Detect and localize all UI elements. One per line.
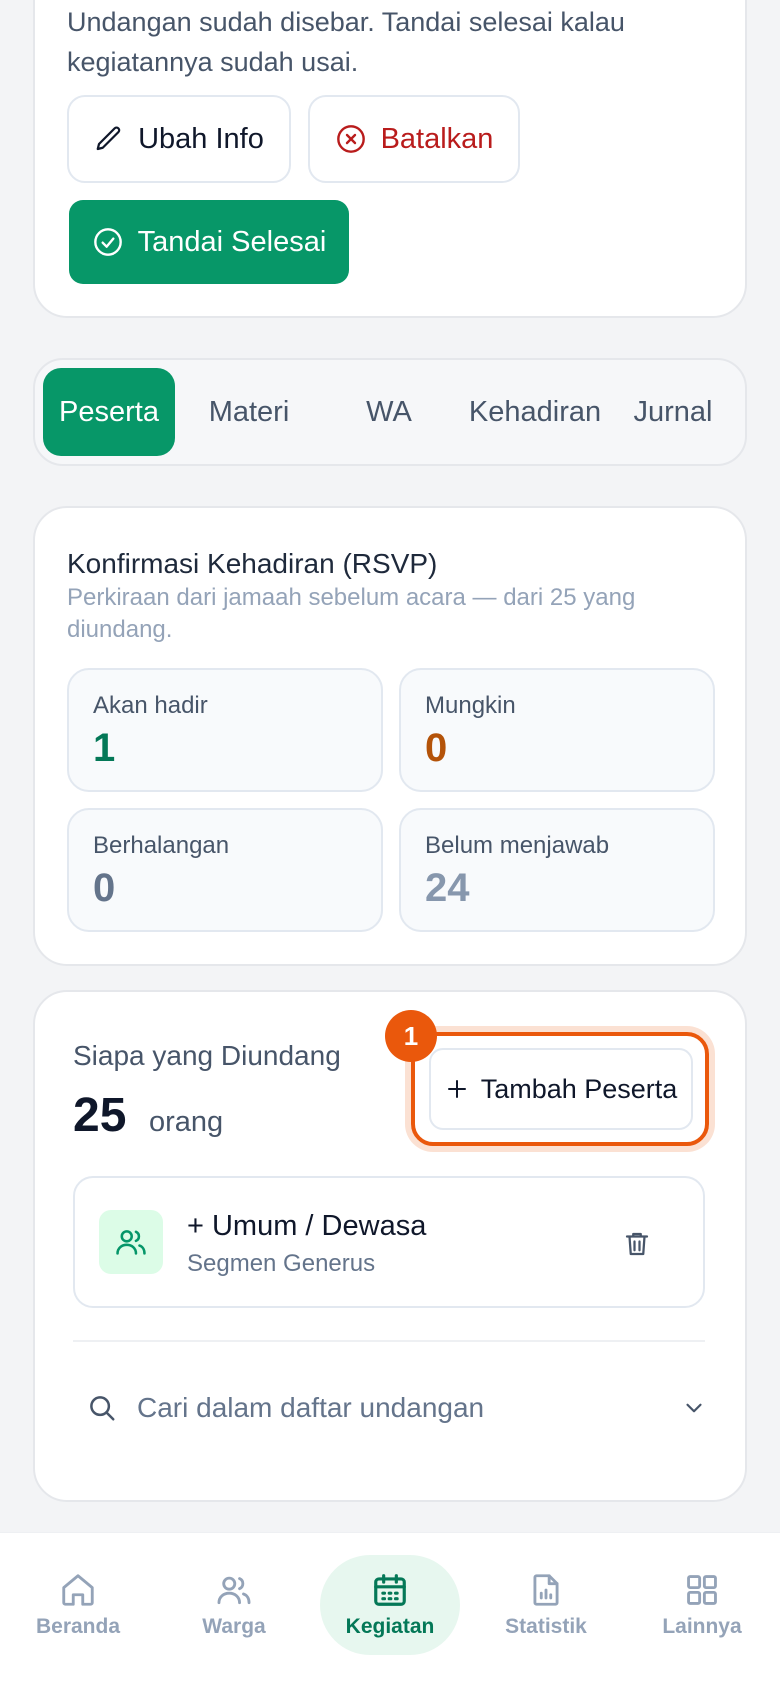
nav-statistik[interactable]: Statistik — [476, 1555, 616, 1655]
nav-warga[interactable]: Warga — [164, 1555, 304, 1655]
nav-statistik-label: Statistik — [505, 1615, 587, 1638]
stat-no-response: Belum menjawab 24 — [399, 808, 715, 932]
tab-kehadiran[interactable]: Kehadiran — [463, 368, 607, 456]
tab-wa[interactable]: WA — [323, 368, 455, 456]
chevron-down-icon[interactable] — [681, 1395, 707, 1421]
event-tabs: Peserta Materi WA Kehadiran Jurnal — [33, 358, 747, 466]
stat-maybe: Mungkin 0 — [399, 668, 715, 792]
edit-info-button[interactable]: Ubah Info — [67, 95, 291, 183]
users-icon — [99, 1210, 163, 1274]
invited-count: 25 — [73, 1089, 127, 1142]
calendar-icon — [371, 1571, 409, 1609]
cancel-event-button[interactable]: Batalkan — [308, 95, 520, 183]
stat-attending-label: Akan hadir — [93, 692, 208, 719]
nav-beranda[interactable]: Beranda — [8, 1555, 148, 1655]
x-circle-icon — [335, 123, 367, 155]
stat-maybe-label: Mungkin — [425, 692, 516, 719]
pencil-icon — [94, 124, 124, 154]
stat-attending-value: 1 — [93, 726, 116, 770]
rsvp-card: Konfirmasi Kehadiran (RSVP) Perkiraan da… — [33, 506, 747, 966]
mark-done-button[interactable]: Tandai Selesai — [69, 200, 349, 284]
mark-done-label: Tandai Selesai — [137, 225, 327, 258]
add-participant-label: Tambah Peserta — [480, 1073, 678, 1104]
stat-attending: Akan hadir 1 — [67, 668, 383, 792]
tab-materi[interactable]: Materi — [183, 368, 315, 456]
nav-beranda-label: Beranda — [35, 1615, 121, 1638]
stat-absent-value: 0 — [93, 866, 116, 910]
event-actions-card: Undangan sudah disebar. Tandai selesai k… — [33, 0, 747, 318]
add-participant-button[interactable]: Tambah Peserta — [429, 1048, 693, 1130]
check-circle-icon — [92, 226, 124, 258]
grid-icon — [683, 1571, 721, 1609]
segment-name: + Umum / Dewasa — [187, 1210, 427, 1242]
rsvp-title: Konfirmasi Kehadiran (RSVP) — [67, 548, 438, 579]
rsvp-subtitle: Perkiraan dari jamaah sebelum acara — da… — [67, 584, 636, 643]
invited-unit: orang — [149, 1106, 224, 1138]
nav-warga-label: Warga — [202, 1615, 266, 1638]
invite-search-field[interactable]: Cari dalam daftar undangan — [87, 1378, 707, 1438]
cancel-event-label: Batalkan — [380, 122, 494, 155]
search-icon — [87, 1393, 117, 1423]
tab-peserta[interactable]: Peserta — [43, 368, 175, 456]
plus-icon — [445, 1077, 469, 1101]
edit-info-label: Ubah Info — [138, 122, 264, 155]
nav-lainnya-label: Lainnya — [662, 1615, 742, 1638]
search-placeholder: Cari dalam daftar undangan — [137, 1392, 485, 1423]
stat-maybe-value: 0 — [425, 726, 448, 770]
bottom-navigation: Beranda Warga Kegiatan Statistik Lainnya — [0, 1532, 780, 1688]
stat-no-response-label: Belum menjawab — [425, 832, 610, 859]
trash-icon[interactable] — [615, 1222, 659, 1266]
event-status-description: Undangan sudah disebar. Tandai selesai k… — [67, 7, 625, 77]
home-icon — [59, 1571, 97, 1609]
tab-jurnal[interactable]: Jurnal — [613, 368, 733, 456]
nav-kegiatan-label: Kegiatan — [345, 1615, 435, 1638]
step-badge: 1 — [385, 1010, 437, 1062]
stat-no-response-value: 24 — [425, 866, 470, 910]
users-icon — [215, 1571, 253, 1609]
nav-lainnya[interactable]: Lainnya — [632, 1555, 772, 1655]
stat-absent-label: Berhalangan — [93, 832, 230, 859]
add-participant-highlight: Tambah Peserta — [411, 1032, 709, 1146]
segment-item: + Umum / Dewasa Segmen Generus — [73, 1176, 705, 1308]
divider — [73, 1340, 705, 1342]
chart-icon — [527, 1571, 565, 1609]
stat-absent: Berhalangan 0 — [67, 808, 383, 932]
invited-title: Siapa yang Diundang — [73, 1040, 341, 1071]
segment-type: Segmen Generus — [187, 1250, 376, 1277]
invited-card: Siapa yang Diundang 25 orang Tambah Pese… — [33, 990, 747, 1502]
nav-kegiatan[interactable]: Kegiatan — [320, 1555, 460, 1655]
